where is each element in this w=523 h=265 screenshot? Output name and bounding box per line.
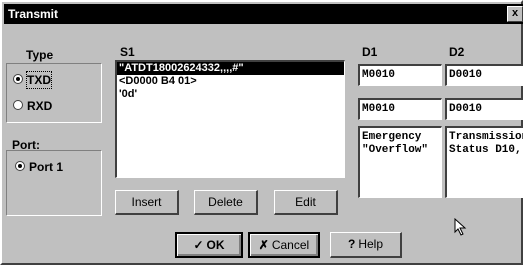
s1-header: S1 <box>120 45 135 59</box>
delete-button[interactable]: Delete <box>194 190 258 215</box>
type-groupbox: TXD RXD <box>6 63 102 123</box>
cross-icon: ✗ <box>258 238 269 252</box>
d2-field-2[interactable]: D0010 <box>445 98 523 120</box>
window-title: Transmit <box>8 7 59 21</box>
edit-button[interactable]: Edit <box>274 190 338 215</box>
radio-port-1-circle[interactable] <box>15 161 25 171</box>
s1-list-item[interactable]: <D0000 B4 01> <box>117 75 344 88</box>
close-icon: x <box>511 7 519 19</box>
check-icon: ✓ <box>193 238 204 252</box>
insert-button[interactable]: Insert <box>115 190 179 215</box>
ok-label: OK <box>206 238 225 252</box>
d1-header: D1 <box>362 45 378 59</box>
cancel-button[interactable]: ✗ Cancel <box>248 232 320 258</box>
type-label: Type <box>26 48 54 62</box>
radio-rxd-circle[interactable] <box>13 100 23 110</box>
d2-header: D2 <box>449 45 465 59</box>
radio-rxd-label: RXD <box>27 99 53 113</box>
radio-txd[interactable]: TXD <box>13 71 93 89</box>
cancel-label: Cancel <box>271 238 310 252</box>
d1-field-2[interactable]: M0010 <box>358 98 442 120</box>
title-bar: Transmit x <box>4 4 523 24</box>
d1-field-1[interactable]: M0010 <box>358 64 442 86</box>
help-button[interactable]: ? Help <box>330 232 402 258</box>
help-label: Help <box>358 237 384 251</box>
radio-txd-label: TXD <box>26 71 52 89</box>
radio-port-1[interactable]: Port 1 <box>15 159 95 175</box>
d2-comment[interactable]: Transmission Status D10, <box>445 126 523 198</box>
transmit-dialog: Transmit x Type TXD RXD Port: Port 1 S1 … <box>0 0 523 265</box>
close-button[interactable]: x <box>507 6 523 22</box>
radio-txd-circle[interactable] <box>13 74 23 84</box>
d2-field-1[interactable]: D0010 <box>445 64 523 86</box>
help-icon: ? <box>347 237 356 251</box>
d1-comment[interactable]: Emergency "Overflow" <box>358 126 442 198</box>
port-groupbox: Port 1 <box>6 150 102 216</box>
s1-listbox[interactable]: "ATDT18002624332,,,,#" <D0000 B4 01> '0d… <box>115 60 345 178</box>
radio-port-1-label: Port 1 <box>29 160 64 174</box>
s1-list-item[interactable]: '0d' <box>117 88 344 101</box>
ok-button[interactable]: ✓ OK <box>175 232 243 258</box>
s1-list-item[interactable]: "ATDT18002624332,,,,#" <box>117 62 344 75</box>
radio-rxd[interactable]: RXD <box>13 98 93 114</box>
mouse-pointer-icon <box>454 218 467 236</box>
